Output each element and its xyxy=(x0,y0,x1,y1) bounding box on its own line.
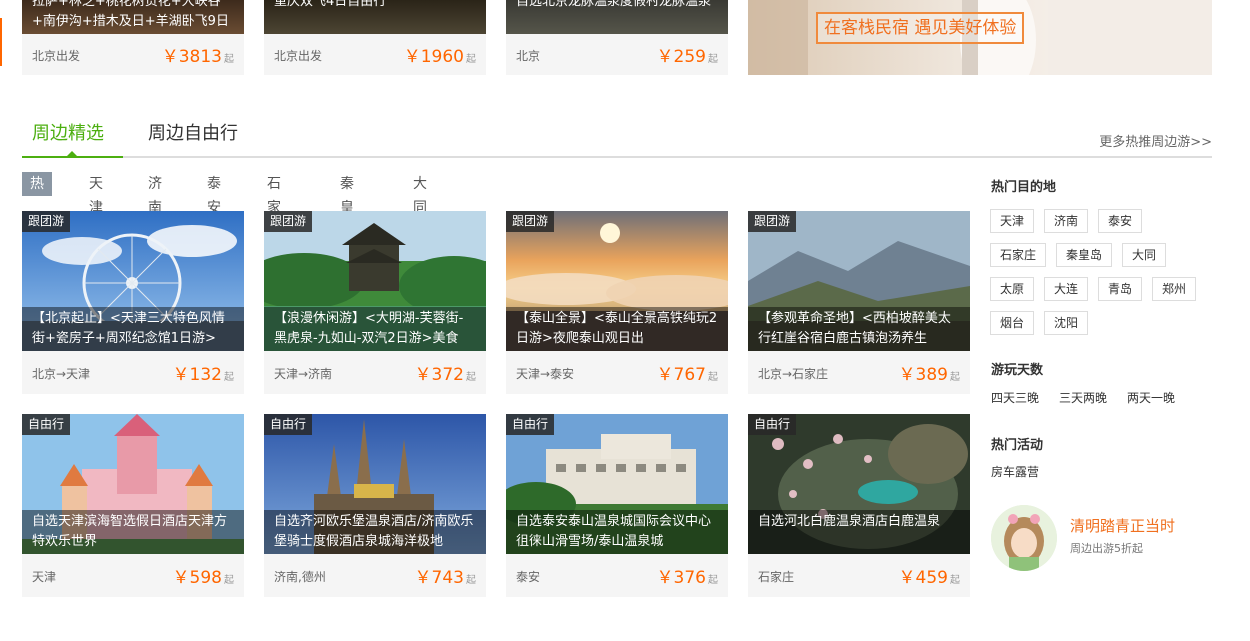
promo-girl-avatar[interactable] xyxy=(991,505,1057,571)
route: 天津 xyxy=(32,570,57,584)
product-price: ￥598 起 xyxy=(172,568,234,588)
departure-city: 北京 xyxy=(516,49,541,63)
filter-city[interactable]: 秦皇岛 xyxy=(340,172,354,240)
filter-city[interactable]: 天津 xyxy=(89,172,103,216)
top-product-card[interactable]: 重庆双飞4日自由行 北京出发 ￥1960 起 xyxy=(264,0,486,75)
hot-activities-heading: 热门活动 xyxy=(991,438,1044,453)
activity-link[interactable]: 房车露营 xyxy=(991,463,1039,480)
product-card[interactable]: 自由行 自选天津滨海智选假日酒店天津方特欢乐世界 天津 ￥598 起 xyxy=(22,414,244,597)
tour-type-badge: 自由行 xyxy=(506,414,555,435)
tour-type-badge: 自由行 xyxy=(264,414,313,435)
product-caption: 【浪漫休闲游】<大明湖-芙蓉街-黑虎泉-九如山-双汽2日游>美食 xyxy=(264,307,486,351)
side-accent-bar xyxy=(0,18,2,66)
product-title: 自选天津滨海智选假日酒店天津方特欢乐世界 xyxy=(32,514,228,549)
trip-days-heading: 游玩天数 xyxy=(991,363,1044,378)
top-product-card[interactable]: 拉萨+林芝+桃花树贡花+大峡谷+南伊沟+措木及日+羊湖卧飞9日 北京出发 ￥38… xyxy=(22,0,244,75)
product-price: ￥132 起 xyxy=(172,365,234,385)
destination-chip[interactable]: 沈阳 xyxy=(1044,311,1089,335)
product-title: 【浪漫休闲游】<大明湖-芙蓉街-黑虎泉-九如山-双汽2日游>美食 xyxy=(274,311,464,346)
product-title: 自选北京龙脉温泉度假村龙脉温泉 xyxy=(516,0,712,9)
tour-type-badge: 跟团游 xyxy=(22,211,71,232)
route: 天津→泰安 xyxy=(516,367,575,381)
destination-chip[interactable]: 秦皇岛 xyxy=(1056,243,1113,267)
destination-chip[interactable]: 济南 xyxy=(1044,209,1089,233)
departure-city: 北京出发 xyxy=(32,49,81,63)
promo-title[interactable]: 清明踏青正当时 xyxy=(1070,515,1175,536)
destination-chip[interactable]: 青岛 xyxy=(1098,277,1143,301)
destination-chip[interactable]: 天津 xyxy=(990,209,1035,233)
product-card[interactable]: 自由行 自选泰安泰山温泉城国际会议中心徂徕山滑雪场/泰山温泉城 泰安 ￥376 起 xyxy=(506,414,728,597)
product-price: ￥389 起 xyxy=(898,365,960,385)
route: 北京→天津 xyxy=(32,367,91,381)
destination-chip[interactable]: 石家庄 xyxy=(990,243,1047,267)
tab-nearby-free-travel[interactable]: 周边自由行 xyxy=(148,120,238,148)
product-price: ￥372 起 xyxy=(414,365,476,385)
product-caption: 【参观革命圣地】<西柏坡醉美太行红崖谷宿白鹿古镇泡汤养生 xyxy=(748,307,970,351)
route: 天津→济南 xyxy=(274,367,333,381)
trip-days-option[interactable]: 四天三晚 xyxy=(991,389,1039,406)
product-title: 【泰山全景】<泰山全景高铁纯玩2日游>夜爬泰山观日出 xyxy=(516,311,718,346)
destination-chip[interactable]: 泰安 xyxy=(1098,209,1143,233)
more-nearby-link[interactable]: 更多热推周边游>> xyxy=(1099,131,1212,150)
promo-subtitle: 周边出游5折起 xyxy=(1070,542,1143,555)
trip-days-option[interactable]: 两天一晚 xyxy=(1127,389,1175,406)
destination-chip[interactable]: 大同 xyxy=(1122,243,1167,267)
product-title: 拉萨+林芝+桃花树贡花+大峡谷+南伊沟+措木及日+羊湖卧飞9日 xyxy=(32,0,229,29)
active-tab-caret-icon xyxy=(67,151,77,156)
departure-city: 北京出发 xyxy=(274,49,323,63)
product-price: ￥1960 起 xyxy=(403,47,476,67)
tour-type-badge: 跟团游 xyxy=(748,211,797,232)
top-product-card[interactable]: 自选北京龙脉温泉度假村龙脉温泉 北京 ￥259 起 xyxy=(506,0,728,75)
product-price: ￥743 起 xyxy=(414,568,476,588)
destination-chip[interactable]: 太原 xyxy=(990,277,1035,301)
product-card[interactable]: 自由行 自选齐河欧乐堡温泉酒店/济南欧乐堡骑士度假酒店泉城海洋极地 济南,德州 … xyxy=(264,414,486,597)
product-title: 【北京起止】<天津三大特色风情街+瓷房子+周邓纪念馆1日游> xyxy=(32,311,225,346)
product-caption: 自选齐河欧乐堡温泉酒店/济南欧乐堡骑士度假酒店泉城海洋极地 xyxy=(264,510,486,554)
product-price: ￥459 起 xyxy=(898,568,960,588)
product-card[interactable]: 跟团游 【泰山全景】<泰山全景高铁纯玩2日游>夜爬泰山观日出 天津→泰安 ￥76… xyxy=(506,211,728,394)
product-title: 自选泰安泰山温泉城国际会议中心徂徕山滑雪场/泰山温泉城 xyxy=(516,514,712,549)
product-caption: 自选天津滨海智选假日酒店天津方特欢乐世界 xyxy=(22,510,244,554)
route: 济南,德州 xyxy=(274,570,326,584)
route: 石家庄 xyxy=(758,570,795,584)
destination-chip[interactable]: 烟台 xyxy=(990,311,1035,335)
trip-days-option[interactable]: 三天两晚 xyxy=(1059,389,1107,406)
tour-type-badge: 自由行 xyxy=(748,414,797,435)
destination-chip[interactable]: 郑州 xyxy=(1152,277,1197,301)
filter-city[interactable]: 泰安 xyxy=(207,172,221,216)
product-caption: 【泰山全景】<泰山全景高铁纯玩2日游>夜爬泰山观日出 xyxy=(506,307,728,351)
hot-destinations-heading: 热门目的地 xyxy=(991,180,1057,195)
tour-type-badge: 跟团游 xyxy=(506,211,555,232)
product-caption: 【北京起止】<天津三大特色风情街+瓷房子+周邓纪念馆1日游> xyxy=(22,307,244,351)
product-title: 【参观革命圣地】<西柏坡醉美太行红崖谷宿白鹿古镇泡汤养生 xyxy=(758,311,951,346)
banner-slogan: 在客栈民宿 遇见美好体验 xyxy=(816,12,1025,44)
route: 泰安 xyxy=(516,570,541,584)
filter-city[interactable]: 大同 xyxy=(413,172,427,216)
filter-city[interactable]: 石家庄 xyxy=(267,172,281,240)
tour-type-badge: 自由行 xyxy=(22,414,71,435)
filter-hot[interactable]: 热推 xyxy=(22,172,52,216)
active-tab-underline xyxy=(22,156,123,158)
product-title: 自选河北白鹿温泉酒店白鹿温泉 xyxy=(758,514,941,529)
product-title: 重庆双飞4日自由行 xyxy=(274,0,387,9)
product-card[interactable]: 自由行 自选河北白鹿温泉酒店白鹿温泉 石家庄 ￥459 起 xyxy=(748,414,970,597)
tab-nearby-picks[interactable]: 周边精选 xyxy=(32,120,104,148)
product-price: ￥3813 起 xyxy=(161,47,234,67)
promo-banner[interactable]: 在客栈民宿 遇见美好体验 xyxy=(748,0,1212,75)
product-price: ￥259 起 xyxy=(656,47,718,67)
product-card[interactable]: 跟团游 【北京起止】<天津三大特色风情街+瓷房子+周邓纪念馆1日游> 北京→天津… xyxy=(22,211,244,394)
girl-illustration xyxy=(991,505,1057,571)
product-card[interactable]: 跟团游 【浪漫休闲游】<大明湖-芙蓉街-黑虎泉-九如山-双汽2日游>美食 天津→… xyxy=(264,211,486,394)
product-price: ￥376 起 xyxy=(656,568,718,588)
product-price: ￥767 起 xyxy=(656,365,718,385)
section-tabs: 周边精选 周边自由行 更多热推周边游>> xyxy=(22,118,1212,158)
product-title: 自选齐河欧乐堡温泉酒店/济南欧乐堡骑士度假酒店泉城海洋极地 xyxy=(274,514,474,549)
filter-city[interactable]: 济南 xyxy=(148,172,162,216)
product-caption: 自选河北白鹿温泉酒店白鹿温泉 xyxy=(748,510,970,554)
tour-type-badge: 跟团游 xyxy=(264,211,313,232)
product-caption: 自选泰安泰山温泉城国际会议中心徂徕山滑雪场/泰山温泉城 xyxy=(506,510,728,554)
destination-chip[interactable]: 大连 xyxy=(1044,277,1089,301)
product-card[interactable]: 跟团游 【参观革命圣地】<西柏坡醉美太行红崖谷宿白鹿古镇泡汤养生 北京→石家庄 … xyxy=(748,211,970,394)
route: 北京→石家庄 xyxy=(758,367,829,381)
